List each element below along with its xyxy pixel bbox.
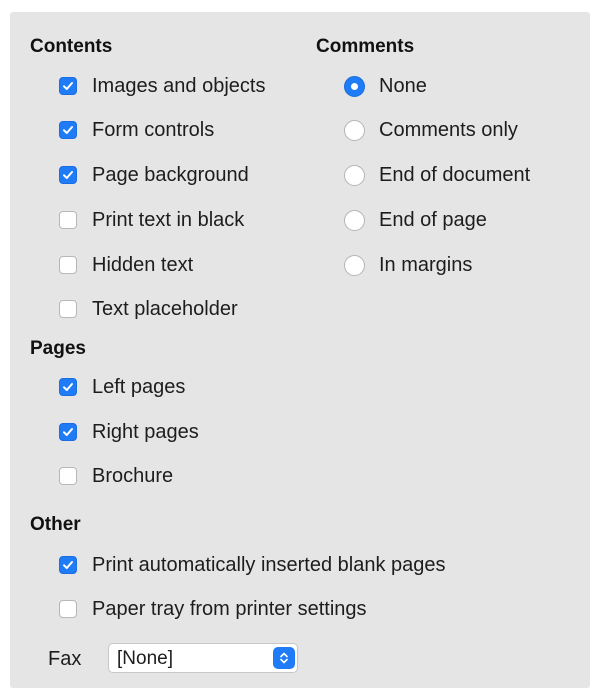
radio-button[interactable] xyxy=(344,75,365,97)
radio-comments-only[interactable]: Comments only xyxy=(344,117,518,143)
checkbox-box[interactable] xyxy=(59,300,77,318)
print-options-panel xyxy=(10,12,590,688)
checkbox-label: Left pages xyxy=(92,375,186,398)
radio-dot-icon xyxy=(351,82,358,90)
checkbox-print-text-in-black[interactable]: Print text in black xyxy=(59,207,244,233)
checkmark-icon xyxy=(62,169,74,181)
checkbox-label: Page background xyxy=(92,163,249,186)
radio-button[interactable] xyxy=(344,119,365,141)
checkbox-label: Text placeholder xyxy=(92,297,238,320)
radio-end-of-page[interactable]: End of page xyxy=(344,207,487,233)
checkbox-box[interactable] xyxy=(59,467,77,485)
radio-comments-none[interactable]: None xyxy=(344,73,427,99)
checkbox-box[interactable] xyxy=(59,423,77,441)
checkmark-icon xyxy=(62,124,74,136)
checkmark-icon xyxy=(62,381,74,393)
comments-heading: Comments xyxy=(316,36,415,57)
checkbox-brochure[interactable]: Brochure xyxy=(59,463,173,489)
checkbox-label: Print text in black xyxy=(92,208,245,231)
radio-label: End of page xyxy=(379,208,487,231)
checkbox-label: Form controls xyxy=(92,118,215,141)
pages-heading: Pages xyxy=(30,338,86,359)
checkbox-label: Print automatically inserted blank pages xyxy=(92,553,446,576)
checkbox-box[interactable] xyxy=(59,556,77,574)
checkbox-right-pages[interactable]: Right pages xyxy=(59,419,199,445)
checkbox-box[interactable] xyxy=(59,121,77,139)
checkbox-label: Right pages xyxy=(92,420,199,443)
radio-button[interactable] xyxy=(344,209,365,231)
radio-label: None xyxy=(379,74,427,97)
checkmark-icon xyxy=(62,80,74,92)
checkbox-label: Images and objects xyxy=(92,74,266,97)
checkmark-icon xyxy=(62,426,74,438)
checkbox-box[interactable] xyxy=(59,378,77,396)
radio-label: End of document xyxy=(379,163,531,186)
checkbox-box[interactable] xyxy=(59,166,77,184)
fax-select-value: [None] xyxy=(117,648,173,669)
checkbox-label: Paper tray from printer settings xyxy=(92,597,367,620)
radio-button[interactable] xyxy=(344,254,365,276)
checkbox-form-controls[interactable]: Form controls xyxy=(59,117,214,143)
checkbox-page-background[interactable]: Page background xyxy=(59,162,249,188)
fax-select[interactable]: [None] xyxy=(108,643,298,673)
checkbox-paper-tray[interactable]: Paper tray from printer settings xyxy=(59,596,367,622)
checkmark-icon xyxy=(62,559,74,571)
radio-end-of-document[interactable]: End of document xyxy=(344,162,530,188)
radio-button[interactable] xyxy=(344,164,365,186)
select-stepper-icon[interactable] xyxy=(273,647,295,669)
fax-label: Fax xyxy=(48,648,82,670)
radio-in-margins[interactable]: In margins xyxy=(344,252,472,278)
checkbox-box[interactable] xyxy=(59,600,77,618)
checkbox-left-pages[interactable]: Left pages xyxy=(59,374,185,400)
checkbox-hidden-text[interactable]: Hidden text xyxy=(59,252,193,278)
radio-label: Comments only xyxy=(379,118,518,141)
checkbox-label: Hidden text xyxy=(92,253,194,276)
contents-heading: Contents xyxy=(30,36,113,57)
checkbox-box[interactable] xyxy=(59,211,77,229)
radio-label: In margins xyxy=(379,253,473,276)
other-heading: Other xyxy=(30,514,81,535)
checkbox-box[interactable] xyxy=(59,256,77,274)
checkbox-print-blank-pages[interactable]: Print automatically inserted blank pages xyxy=(59,552,446,578)
checkbox-images-and-objects[interactable]: Images and objects xyxy=(59,73,265,99)
checkbox-text-placeholder[interactable]: Text placeholder xyxy=(59,296,238,322)
checkbox-box[interactable] xyxy=(59,77,77,95)
checkbox-label: Brochure xyxy=(92,464,174,487)
